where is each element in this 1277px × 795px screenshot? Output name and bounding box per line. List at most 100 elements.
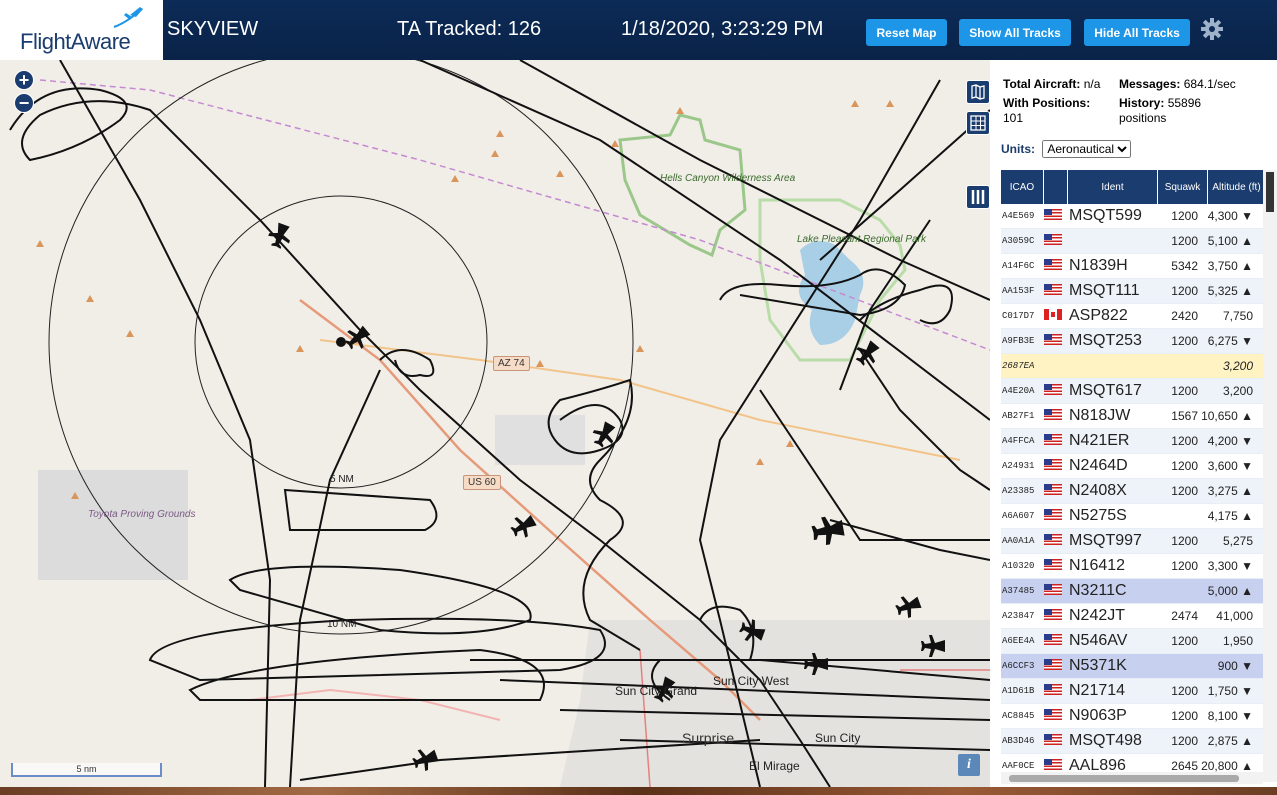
table-row[interactable]: C017D7 ASP822 2420 7,750 xyxy=(1001,304,1265,329)
icao-cell: AB27F1 xyxy=(1002,411,1035,421)
columns-icon[interactable] xyxy=(966,185,990,209)
icao-cell: A37485 xyxy=(1002,586,1035,596)
table-row[interactable]: A4E20A MSQT617 1200 3,200 xyxy=(1001,379,1265,404)
col-flag[interactable] xyxy=(1044,170,1068,204)
altitude-cell: 20,800 ▲ xyxy=(1201,759,1253,773)
desktop-background-strip xyxy=(0,787,1277,795)
aircraft-panel: Total Aircraft: n/a Messages: 684.1/sec … xyxy=(990,60,1277,787)
horizontal-scrollbar[interactable] xyxy=(1001,772,1263,784)
squawk-cell: 1200 xyxy=(1171,709,1198,723)
gear-icon[interactable] xyxy=(1200,17,1224,41)
layers-icon[interactable] xyxy=(966,80,990,104)
us-flag-icon xyxy=(1044,684,1062,695)
flag-cell xyxy=(1044,659,1068,673)
flag-cell xyxy=(1044,384,1068,398)
info-icon[interactable]: i xyxy=(958,754,980,776)
map-canvas[interactable]: + − Hells Canyon Wilderness Area Lake Pl… xyxy=(0,60,990,787)
ident-cell: MSQT599 xyxy=(1069,207,1142,224)
table-row[interactable]: A24931 N2464D 1200 3,600 ▼ xyxy=(1001,454,1265,479)
squawk-cell: 1200 xyxy=(1171,484,1198,498)
ident-cell: N21714 xyxy=(1069,682,1126,699)
altitude-cell: 5,325 ▲ xyxy=(1207,284,1253,298)
show-all-tracks-button[interactable]: Show All Tracks xyxy=(959,19,1071,46)
positions-label: With Positions: xyxy=(1003,96,1091,110)
squawk-cell: 1200 xyxy=(1171,209,1198,223)
us-flag-icon xyxy=(1044,434,1062,445)
table-body: A4E569 MSQT599 1200 4,300 ▼ A3059C 1200 5,100 … xyxy=(1001,204,1265,779)
altitude-cell: 3,200 xyxy=(1222,359,1253,373)
icao-cell: A3059C xyxy=(1002,236,1035,246)
ident-cell: MSQT111 xyxy=(1069,282,1140,299)
us-flag-icon xyxy=(1044,609,1062,620)
ident-cell: N5275S xyxy=(1069,507,1127,524)
table-row[interactable]: A23385 N2408X 1200 3,275 ▲ xyxy=(1001,479,1265,504)
reset-map-button[interactable]: Reset Map xyxy=(866,19,947,46)
col-ident[interactable]: Ident xyxy=(1068,170,1158,204)
zoom-in-button[interactable]: + xyxy=(14,70,34,90)
altitude-cell: 4,300 ▼ xyxy=(1207,209,1253,223)
table-row[interactable]: 2687EA 3,200 xyxy=(1001,354,1265,379)
icao-cell: 2687EA xyxy=(1002,361,1035,371)
altitude-cell: 4,200 ▼ xyxy=(1207,434,1253,448)
table-row[interactable]: A1D61B N21714 1200 1,750 ▼ xyxy=(1001,679,1265,704)
ident-cell: MSQT997 xyxy=(1069,532,1142,549)
flag-cell xyxy=(1044,459,1068,473)
flag-cell xyxy=(1044,209,1068,223)
table-row[interactable]: A4FFCA N421ER 1200 4,200 ▼ xyxy=(1001,429,1265,454)
altitude-cell: 7,750 xyxy=(1222,309,1253,323)
flag-cell xyxy=(1044,334,1068,348)
squawk-cell: 1200 xyxy=(1171,384,1198,398)
icao-cell: AAF0CE xyxy=(1002,761,1035,771)
squawk-cell: 1200 xyxy=(1171,559,1198,573)
col-altitude[interactable]: Altitude (ft) xyxy=(1208,170,1265,204)
table-row[interactable]: A6CCF3 N5371K 900 ▼ xyxy=(1001,654,1265,679)
squawk-cell: 5342 xyxy=(1171,259,1198,273)
lake-pleasant xyxy=(798,241,864,345)
table-row[interactable]: A37485 N3211C 5,000 ▲ xyxy=(1001,579,1265,604)
table-row[interactable]: A9FB3E MSQT253 1200 6,275 ▼ xyxy=(1001,329,1265,354)
col-squawk[interactable]: Squawk xyxy=(1158,170,1208,204)
us-flag-icon xyxy=(1044,509,1062,520)
table-row[interactable]: AB3D46 MSQT498 1200 2,875 ▲ xyxy=(1001,729,1265,754)
squawk-cell: 1200 xyxy=(1171,234,1198,248)
history-label: History: xyxy=(1119,96,1165,110)
icao-cell: A4E569 xyxy=(1002,211,1035,221)
altitude-cell: 5,100 ▲ xyxy=(1207,234,1253,248)
table-row[interactable]: AC8845 N9063P 1200 8,100 ▼ xyxy=(1001,704,1265,729)
table-row[interactable]: A4E569 MSQT599 1200 4,300 ▼ xyxy=(1001,204,1265,229)
table-row[interactable]: A10320 N16412 1200 3,300 ▼ xyxy=(1001,554,1265,579)
flag-cell xyxy=(1044,409,1068,423)
table-row[interactable]: A23847 N242JT 2474 41,000 xyxy=(1001,604,1265,629)
zoom-out-button[interactable]: − xyxy=(14,93,34,113)
table-row[interactable]: A14F6C N1839H 5342 3,750 ▲ xyxy=(1001,254,1265,279)
ta-tracked-count: TA Tracked: 126 xyxy=(397,18,542,40)
us-flag-icon xyxy=(1044,659,1062,670)
table-row[interactable]: AA153F MSQT111 1200 5,325 ▲ xyxy=(1001,279,1265,304)
altitude-cell: 8,100 ▼ xyxy=(1207,709,1253,723)
ident-cell: N3211C xyxy=(1069,582,1127,599)
flag-cell xyxy=(1044,534,1068,548)
table-row[interactable]: A6EE4A N546AV 1200 1,950 xyxy=(1001,629,1265,654)
flag-cell xyxy=(1044,509,1068,523)
table-row[interactable]: A3059C 1200 5,100 ▲ xyxy=(1001,229,1265,254)
flightaware-logo[interactable]: FlightAware xyxy=(0,0,163,60)
table-row[interactable]: A6A607 N5275S 4,175 ▲ xyxy=(1001,504,1265,529)
us-flag-icon xyxy=(1044,534,1062,545)
altitude-cell: 900 ▼ xyxy=(1217,659,1253,673)
icao-cell: AB3D46 xyxy=(1002,736,1035,746)
table-row[interactable]: AB27F1 N818JW 1567 10,650 ▲ xyxy=(1001,404,1265,429)
icao-cell: AA0A1A xyxy=(1002,536,1035,546)
logo-text: FlightAware xyxy=(20,29,131,54)
grid-icon[interactable] xyxy=(966,111,990,135)
us-flag-icon xyxy=(1044,384,1062,395)
vertical-scrollbar[interactable] xyxy=(1263,170,1277,782)
hide-all-tracks-button[interactable]: Hide All Tracks xyxy=(1084,19,1190,46)
col-icao[interactable]: ICAO xyxy=(1001,170,1044,204)
units-select[interactable]: Aeronautical xyxy=(1042,140,1132,158)
us-flag-icon xyxy=(1044,484,1062,495)
altitude-cell: 6,275 ▼ xyxy=(1207,334,1253,348)
us-flag-icon xyxy=(1044,634,1062,645)
table-row[interactable]: AA0A1A MSQT997 1200 5,275 xyxy=(1001,529,1265,554)
label-az74: AZ 74 xyxy=(493,356,530,371)
canada-flag-icon xyxy=(1044,309,1062,320)
